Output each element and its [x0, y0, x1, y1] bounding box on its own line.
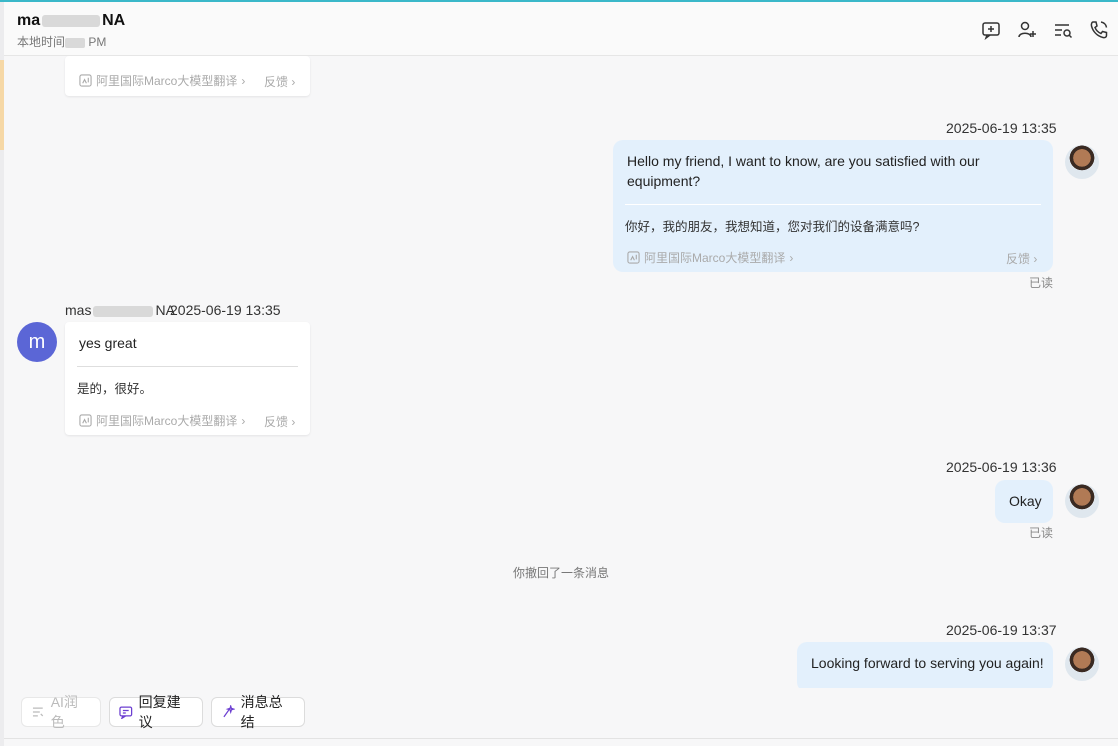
feedback-link[interactable]: 反馈 › — [264, 73, 295, 90]
translated-text: 是的，很好。 — [77, 382, 153, 396]
message-text: Okay — [1009, 493, 1042, 509]
my-avatar[interactable] — [1065, 145, 1099, 179]
message-summary-button[interactable]: 消息总结 — [211, 694, 305, 730]
outgoing-message-bubble[interactable]: Okay — [995, 480, 1053, 523]
my-avatar[interactable] — [1065, 647, 1099, 681]
translation-source[interactable]: 阿里国际Marco大模型翻译 › — [79, 72, 245, 89]
message-list[interactable]: 阿里国际Marco大模型翻译 › 反馈 › 2025-06-19 13:35 He… — [4, 56, 1118, 688]
contact-avatar[interactable]: m — [17, 322, 57, 362]
feedback-link[interactable]: 反馈 › — [1006, 250, 1037, 267]
redacted-time — [65, 37, 86, 48]
chat-header: ma NA 本地时间 PM — [4, 2, 1118, 56]
translation-source[interactable]: 阿里国际Marco大模型翻译 › — [79, 412, 245, 429]
read-status: 已读 — [1029, 276, 1054, 290]
incoming-message-card[interactable]: yes great 是的，很好。 阿里国际Marco大模型翻译 › 反馈 › — [65, 322, 310, 435]
contact-local-time: 本地时间 PM — [17, 35, 107, 49]
message-text: Hello my friend, I want to know, are you… — [627, 153, 980, 189]
input-area-divider — [4, 738, 1118, 739]
call-icon[interactable] — [1088, 19, 1110, 41]
message-timestamp: 2025-06-19 13:36 — [946, 459, 1057, 475]
sparkle-icon — [223, 705, 235, 718]
search-history-icon[interactable] — [1052, 19, 1074, 41]
translation-source[interactable]: 阿里国际Marco大模型翻译 › — [627, 249, 793, 266]
compose-toolbar: AI润色 回复建议 消息总结 — [4, 688, 1118, 738]
contact-name[interactable]: ma NA — [17, 12, 125, 30]
add-contact-icon[interactable] — [1016, 19, 1038, 41]
ai-polish-button[interactable]: AI润色 — [21, 694, 101, 730]
translate-icon — [79, 414, 92, 427]
message-text: yes great — [79, 335, 137, 351]
recall-notice: 你撤回了一条消息 — [512, 566, 609, 580]
new-topic-icon[interactable] — [980, 19, 1002, 41]
translation-divider — [625, 204, 1041, 205]
translation-divider — [77, 366, 298, 367]
message-timestamp: 2025-06-19 13:35 — [170, 302, 281, 318]
my-avatar[interactable] — [1065, 484, 1099, 518]
translate-icon — [79, 74, 92, 87]
incoming-message-card-partial: 阿里国际Marco大模型翻译 › 反馈 › — [65, 56, 310, 96]
read-status: 已读 — [1029, 526, 1054, 540]
reply-suggestion-icon — [119, 706, 133, 719]
message-timestamp: 2025-06-19 13:37 — [946, 622, 1057, 638]
translate-icon — [627, 251, 640, 264]
outgoing-message-bubble[interactable]: Looking forward to serving you again! — [797, 642, 1053, 688]
feedback-link[interactable]: 反馈 › — [264, 413, 295, 430]
reply-suggestion-button[interactable]: 回复建议 — [109, 694, 203, 730]
outgoing-message-bubble[interactable]: Hello my friend, I want to know, are you… — [613, 140, 1053, 272]
message-timestamp: 2025-06-19 13:35 — [946, 120, 1057, 136]
sender-name: mas NA — [65, 302, 175, 318]
redacted-name — [42, 14, 101, 27]
polish-icon — [32, 707, 44, 717]
redacted-name — [93, 305, 154, 317]
translated-text: 你好，我的朋友，我想知道，您对我们的设备满意吗? — [625, 220, 920, 234]
message-text: Looking forward to serving you again! — [811, 655, 1044, 671]
